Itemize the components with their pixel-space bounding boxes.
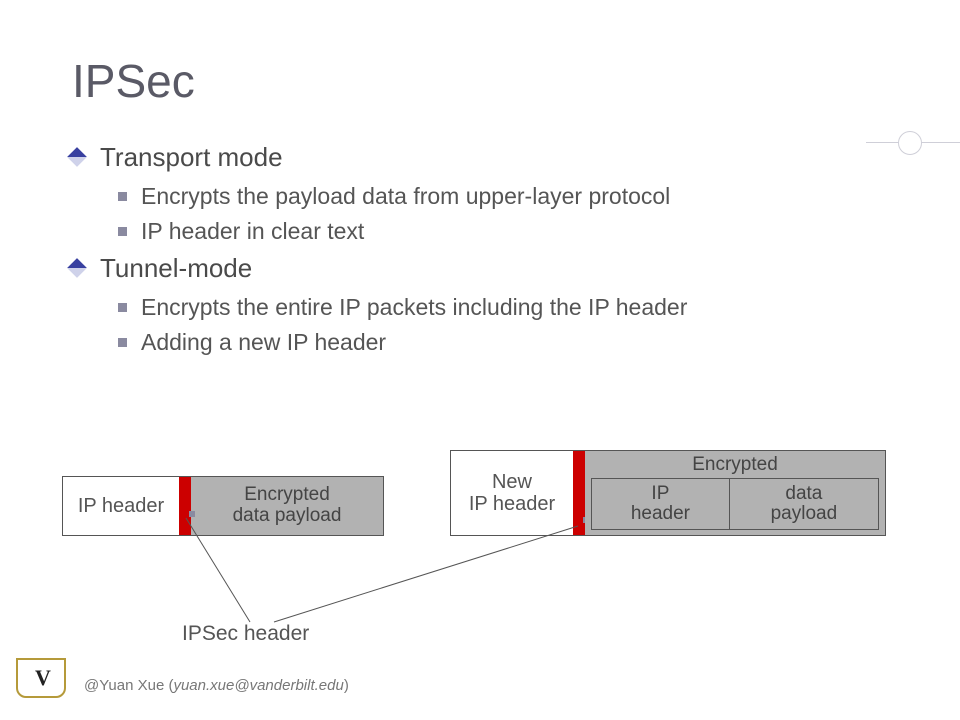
- bullet-text: Encrypts the entire IP packets including…: [141, 292, 687, 323]
- tunnel-ipsec-header-band: [573, 451, 585, 535]
- bullet-transport-sub1: Encrypts the payload data from upper-lay…: [118, 181, 890, 212]
- bullet-text: IP header in clear text: [141, 216, 364, 247]
- bullet-text: Adding a new IP header: [141, 327, 386, 358]
- square-bullet-icon: [118, 338, 127, 347]
- slide: IPSec Transport mode Encrypts the payloa…: [0, 0, 960, 720]
- transport-packet: IP header Encrypteddata payload: [62, 476, 384, 536]
- square-bullet-icon: [118, 192, 127, 201]
- tunnel-encrypted-wrap: Encrypted IPheader datapayload: [585, 451, 885, 535]
- bullet-transport-mode: Transport mode: [70, 140, 890, 175]
- tunnel-packet: NewIP header Encrypted IPheader datapayl…: [450, 450, 886, 536]
- diamond-bullet-icon: [67, 147, 87, 167]
- footer-attribution: @Yuan Xue (yuan.xue@vanderbilt.edu): [84, 677, 349, 694]
- bullet-transport-sub2: IP header in clear text: [118, 216, 890, 247]
- title-decoration-ring: [898, 131, 922, 155]
- bullet-text: Transport mode: [100, 140, 283, 175]
- packet-diagrams: IP header Encrypteddata payload NewIP he…: [62, 450, 902, 650]
- page-title: IPSec: [72, 54, 195, 108]
- body-content: Transport mode Encrypts the payload data…: [70, 140, 890, 362]
- diamond-bullet-icon: [67, 258, 87, 278]
- tunnel-inner-data-payload: datapayload: [730, 479, 878, 529]
- tunnel-inner-ip-header: IPheader: [592, 479, 730, 529]
- bullet-text: Tunnel-mode: [100, 251, 252, 286]
- footer-name: @Yuan Xue: [84, 677, 164, 694]
- bullet-tunnel-sub1: Encrypts the entire IP packets including…: [118, 292, 890, 323]
- ipsec-header-label: IPSec header: [182, 622, 309, 646]
- square-bullet-icon: [118, 303, 127, 312]
- transport-ipsec-header-band: [179, 477, 191, 535]
- tunnel-inner-packet: IPheader datapayload: [591, 478, 879, 530]
- vanderbilt-logo: V: [16, 658, 70, 700]
- logo-shield-icon: V: [16, 658, 66, 698]
- square-marker-icon: [189, 511, 195, 517]
- bullet-tunnel-mode: Tunnel-mode: [70, 251, 890, 286]
- tunnel-new-ip-header: NewIP header: [451, 451, 573, 535]
- bullet-text: Encrypts the payload data from upper-lay…: [141, 181, 670, 212]
- transport-ip-header: IP header: [63, 477, 179, 535]
- tunnel-encrypted-label: Encrypted: [591, 454, 879, 476]
- square-bullet-icon: [118, 227, 127, 236]
- transport-encrypted-payload: Encrypteddata payload: [191, 477, 383, 535]
- footer-email: yuan.xue@vanderbilt.edu: [173, 677, 343, 694]
- bullet-tunnel-sub2: Adding a new IP header: [118, 327, 890, 358]
